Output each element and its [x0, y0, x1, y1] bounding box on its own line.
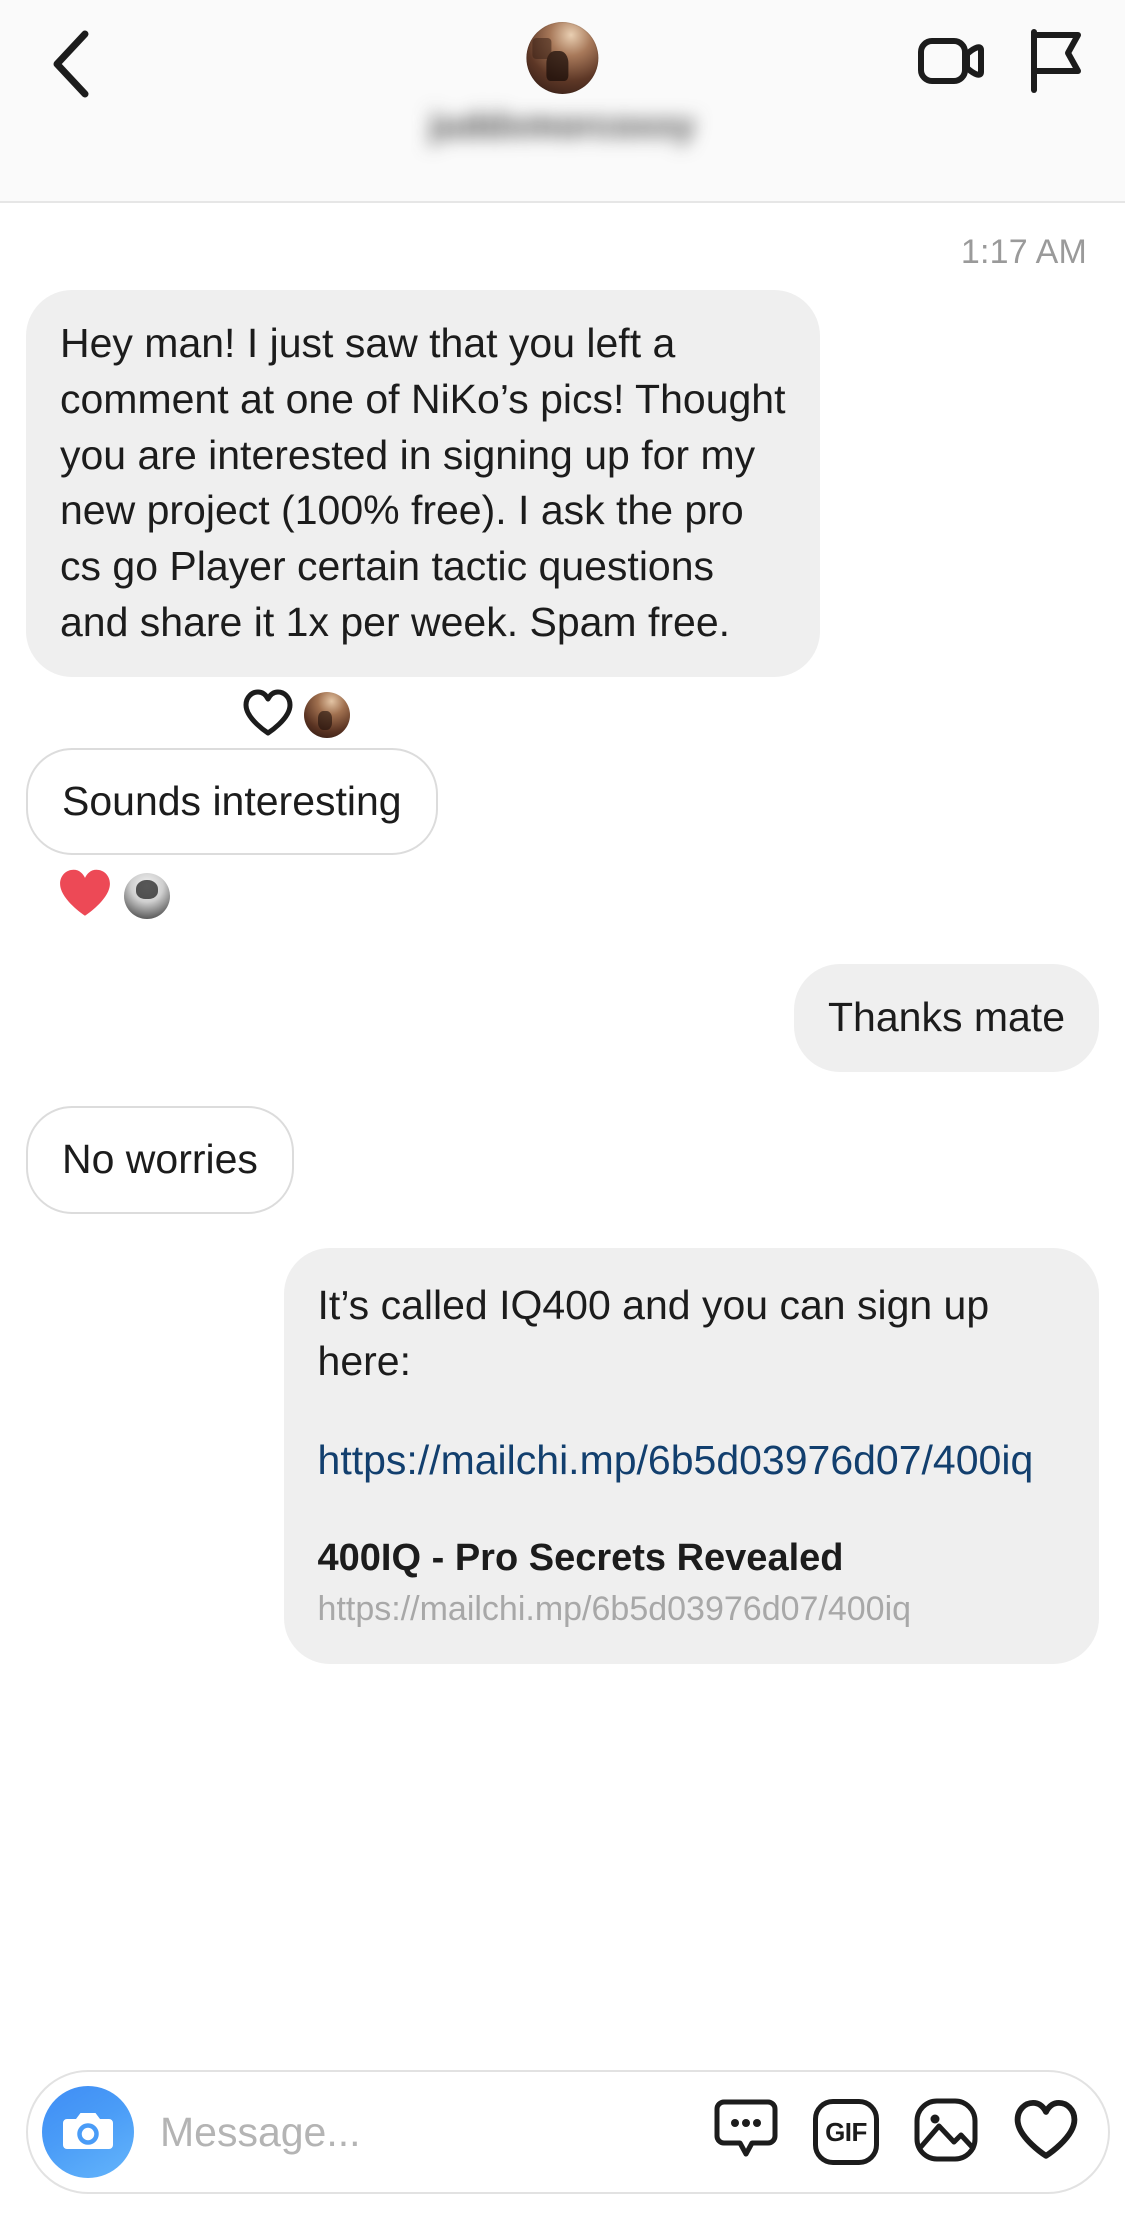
message-bubble-incoming[interactable]: No worries: [26, 1106, 294, 1214]
back-button[interactable]: [30, 24, 110, 104]
reaction-group[interactable]: [56, 855, 1099, 930]
reaction-avatar: [304, 692, 350, 738]
video-call-button[interactable]: [913, 24, 991, 102]
report-flag-button[interactable]: [1017, 24, 1095, 102]
username-label: juddxmorcoxxy: [429, 106, 696, 145]
photo-button[interactable]: [910, 2096, 982, 2168]
avatar[interactable]: [526, 22, 599, 94]
message-link[interactable]: https://mailchi.mp/6b5d03976d07/400iq: [318, 1433, 1065, 1489]
photo-icon: [912, 2096, 980, 2169]
like-heart-button[interactable]: [1010, 2096, 1082, 2168]
reaction-avatar: [124, 872, 170, 919]
sticker-button[interactable]: [710, 2096, 782, 2168]
link-preview-title: 400IQ - Pro Secrets Revealed: [317, 1537, 844, 1579]
message-bubble-outgoing[interactable]: Thanks mate: [794, 964, 1099, 1072]
conversation-title-group[interactable]: juddxmorcoxxy: [430, 22, 695, 146]
gif-button[interactable]: GIF: [810, 2096, 882, 2168]
video-camera-icon: [917, 34, 987, 93]
message-composer: GIF: [0, 2050, 1125, 2226]
camera-icon: [62, 2107, 114, 2158]
gif-icon: GIF: [813, 2099, 879, 2165]
composer-actions: GIF: [710, 2096, 1082, 2168]
conversation-header: juddxmorcoxxy: [0, 0, 1125, 203]
message-bubble-incoming[interactable]: Hey man! I just saw that you left a comm…: [26, 290, 821, 677]
flag-icon: [1026, 28, 1086, 99]
link-message-intro: It’s called IQ400 and you can sign up he…: [317, 1281, 990, 1384]
message-row: Thanks mate: [26, 964, 1099, 1072]
thread-timestamp: 1:17 AM: [960, 233, 1087, 271]
chevron-left-icon: [47, 28, 93, 100]
header-actions: [913, 24, 1095, 102]
reaction-group[interactable]: [242, 677, 1099, 748]
camera-button[interactable]: [42, 2086, 134, 2178]
heart-icon: [1012, 2099, 1080, 2166]
message-row: It’s called IQ400 and you can sign up he…: [26, 1247, 1099, 1665]
message-thread[interactable]: 1:17 AM Hey man! I just saw that you lef…: [0, 203, 1125, 2050]
message-row: Hey man! I just saw that you left a comm…: [26, 290, 1099, 677]
direct-message-screen: juddxmorcoxxy 1:17 AM Hey man! I just sa…: [0, 0, 1125, 2226]
composer-bar[interactable]: GIF: [26, 2070, 1110, 2194]
heart-filled-icon[interactable]: [56, 867, 114, 924]
message-bubble-link[interactable]: It’s called IQ400 and you can sign up he…: [283, 1247, 1099, 1665]
message-row: Sounds interesting: [26, 747, 1099, 856]
message-bubble-incoming[interactable]: Sounds interesting: [26, 747, 438, 856]
heart-outline-icon[interactable]: [242, 689, 294, 742]
link-preview-url: https://mailchi.mp/6b5d03976d07/400iq: [317, 1590, 912, 1629]
sticker-icon: [712, 2096, 780, 2169]
message-input[interactable]: [134, 2108, 710, 2156]
message-row: No worries: [26, 1106, 1099, 1214]
